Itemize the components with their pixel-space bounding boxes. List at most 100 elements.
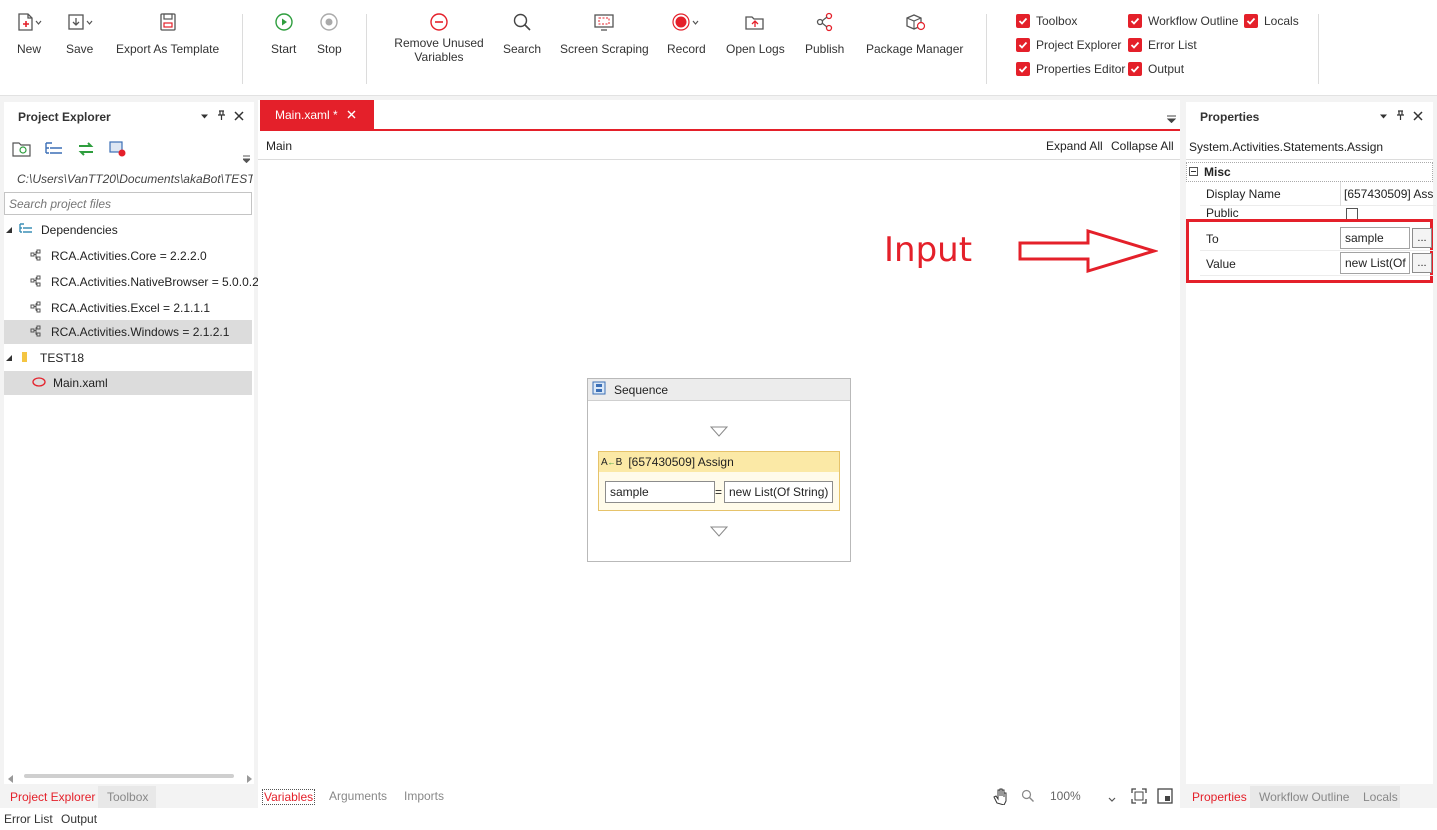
dropdown-arrow-icon[interactable] [1379, 110, 1388, 124]
tree-node-dependencies[interactable]: Dependencies [4, 218, 252, 242]
export-template-icon [158, 10, 178, 34]
properties-category-misc[interactable]: Misc [1186, 162, 1433, 182]
toggle-locals[interactable]: Locals [1244, 14, 1299, 28]
stop-button[interactable]: Stop [317, 10, 342, 56]
remove-unused-icon[interactable] [108, 140, 128, 161]
toggle-workflow-outline[interactable]: Workflow Outline [1128, 14, 1238, 28]
sequence-icon [592, 381, 606, 398]
scrollbar-thumb[interactable] [24, 774, 234, 778]
zoom-dropdown-icon[interactable] [1108, 792, 1116, 806]
horizontal-scrollbar[interactable] [8, 772, 252, 783]
screen-scraping-button[interactable]: Screen Scraping [560, 10, 649, 56]
tab-workflow-outline-label[interactable]: Workflow Outline [1259, 790, 1349, 804]
open-folder-icon[interactable] [12, 140, 32, 161]
assign-activity[interactable]: A←B [657430509] Assign sample = new List… [598, 451, 840, 511]
tab-list-dropdown-icon[interactable] [1166, 112, 1177, 126]
toolbar-separator [1318, 14, 1319, 84]
tab-locals-label[interactable]: Locals [1363, 790, 1398, 804]
toolbar-separator [986, 14, 987, 84]
tree-node-project-folder[interactable]: TEST18 [4, 346, 252, 370]
scroll-left-icon[interactable] [8, 772, 14, 786]
toggle-output[interactable]: Output [1128, 62, 1184, 76]
search-project-files-input[interactable] [4, 192, 252, 215]
search-icon [512, 10, 532, 34]
sequence-activity[interactable]: Sequence A←B [657430509] Assign sample =… [587, 378, 851, 562]
toggle-toolbox[interactable]: Toolbox [1016, 14, 1077, 28]
package-node-icon [30, 275, 42, 290]
refresh-icon[interactable] [76, 140, 96, 161]
tab-output[interactable]: Output [61, 812, 97, 826]
checkbox-checked-icon [1244, 14, 1258, 28]
pin-icon[interactable] [217, 110, 226, 124]
close-icon[interactable] [234, 110, 244, 124]
tab-imports[interactable]: Imports [404, 789, 444, 803]
collapse-triangle-icon[interactable] [5, 351, 13, 365]
tab-properties[interactable]: Properties [1192, 790, 1247, 804]
record-icon [671, 10, 701, 34]
pan-hand-icon[interactable] [992, 787, 1010, 808]
input-annotation-label: Input [884, 230, 973, 270]
checkbox-checked-icon [1016, 38, 1030, 52]
record-button[interactable]: Record [667, 10, 706, 56]
tree-node-dependency[interactable]: RCA.Activities.NativeBrowser = 5.0.0.2 [4, 270, 259, 294]
tree-node-main-xaml[interactable]: Main.xaml [4, 371, 252, 395]
remove-unused-variables-button[interactable]: Remove Unused Variables [394, 10, 484, 64]
save-button[interactable]: Save [66, 10, 93, 56]
drop-target-arrow-icon[interactable] [709, 526, 729, 540]
play-icon [274, 10, 294, 34]
start-button[interactable]: Start [271, 10, 296, 56]
folder-icon [21, 351, 31, 366]
stop-icon [319, 10, 339, 34]
pin-icon[interactable] [1396, 110, 1405, 124]
checkbox-checked-icon [1128, 14, 1142, 28]
close-tab-icon[interactable] [347, 108, 356, 122]
export-as-template-button[interactable]: Export As Template [116, 10, 219, 56]
tab-toolbox-label[interactable]: Toolbox [107, 790, 148, 804]
tree-node-dependency[interactable]: RCA.Activities.Windows = 2.1.2.1 [4, 320, 252, 344]
search-button[interactable]: Search [503, 10, 541, 56]
toggle-properties-editor[interactable]: Properties Editor [1016, 62, 1125, 76]
toggle-project-explorer[interactable]: Project Explorer [1016, 38, 1121, 52]
display-name-value[interactable]: [657430509] Assi [1340, 182, 1433, 206]
dependencies-icon [19, 222, 33, 238]
tab-project-explorer[interactable]: Project Explorer [10, 790, 95, 804]
zoom-level[interactable]: 100% [1050, 789, 1081, 803]
assign-to-input[interactable]: sample [605, 481, 715, 503]
save-icon [67, 10, 93, 34]
fit-to-screen-icon[interactable] [1131, 788, 1147, 807]
collapse-all-link[interactable]: Collapse All [1111, 139, 1174, 153]
assign-value-input[interactable]: new List(Of String) [724, 481, 833, 503]
close-icon[interactable] [1413, 110, 1423, 124]
overview-map-icon[interactable] [1157, 788, 1173, 807]
project-path: C:\Users\VanTT20\Documents\akaBot\TEST [17, 172, 253, 186]
tree-node-dependency[interactable]: RCA.Activities.Excel = 2.1.1.1 [4, 296, 252, 320]
document-tab-main-xaml[interactable]: Main.xaml * [260, 100, 374, 130]
publish-button[interactable]: Publish [805, 10, 844, 56]
scroll-right-icon[interactable] [246, 772, 252, 786]
package-manager-button[interactable]: Package Manager [866, 10, 963, 56]
collapse-triangle-icon[interactable] [5, 223, 13, 237]
collapse-box-icon[interactable] [1189, 165, 1198, 179]
status-bar [0, 808, 1437, 830]
tab-variables[interactable]: Variables [262, 789, 316, 805]
expand-tree-icon[interactable] [44, 140, 64, 161]
overflow-arrow-icon[interactable] [241, 152, 252, 166]
property-value-editor-button[interactable]: ... [1412, 253, 1432, 273]
tab-error-list[interactable]: Error List [4, 812, 53, 826]
zoom-icon[interactable] [1021, 789, 1035, 806]
dropdown-arrow-icon[interactable] [200, 110, 209, 124]
open-logs-button[interactable]: Open Logs [726, 10, 785, 56]
property-to-input[interactable]: sample [1340, 227, 1410, 249]
breadcrumb[interactable]: Main [266, 139, 292, 153]
drop-target-arrow-icon[interactable] [709, 426, 729, 440]
project-explorer-header: Project Explorer [4, 102, 254, 132]
property-to-editor-button[interactable]: ... [1412, 228, 1432, 248]
checkbox-checked-icon [1016, 14, 1030, 28]
toggle-error-list[interactable]: Error List [1128, 38, 1197, 52]
designer-breadcrumb-bar: Main Expand All Collapse All [258, 133, 1180, 160]
tree-node-dependency[interactable]: RCA.Activities.Core = 2.2.2.0 [4, 244, 252, 268]
property-value-input[interactable]: new List(Of [1340, 252, 1410, 274]
new-button[interactable]: New [16, 10, 42, 56]
expand-all-link[interactable]: Expand All [1046, 139, 1103, 153]
tab-arguments[interactable]: Arguments [329, 789, 387, 803]
